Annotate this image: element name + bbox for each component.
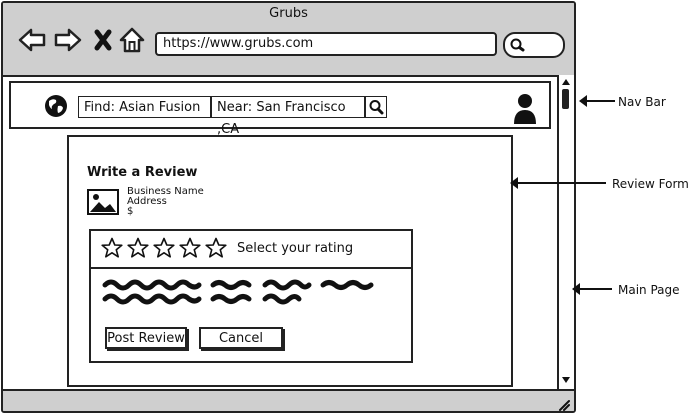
home-icon[interactable]	[117, 25, 147, 55]
browser-search-box[interactable]	[503, 32, 565, 58]
nav-bar: Find: Asian Fusion Near: San Francisco ,…	[9, 81, 551, 137]
cancel-button[interactable]: Cancel	[199, 327, 283, 349]
review-entry-box: Select your rating Post Review Cancel	[89, 229, 413, 363]
scroll-thumb[interactable]	[562, 89, 569, 109]
nav-bar-arrow-icon	[579, 95, 615, 107]
review-text-area[interactable]	[101, 275, 391, 307]
main-page-arrow-icon	[572, 283, 612, 295]
resize-grip-icon[interactable]	[556, 397, 570, 411]
scroll-down-icon[interactable]	[561, 375, 571, 385]
annotation-nav-bar: Nav Bar	[618, 95, 666, 109]
star-icon[interactable]	[101, 237, 123, 259]
title-bar: Grubs https://www.grubs.com	[3, 3, 574, 77]
rating-prompt: Select your rating	[237, 241, 354, 256]
vertical-scrollbar[interactable]	[557, 75, 574, 389]
star-icon[interactable]	[205, 237, 227, 259]
close-x-icon[interactable]	[89, 25, 119, 55]
address-bar[interactable]: https://www.grubs.com	[155, 32, 497, 56]
annotation-main-page: Main Page	[618, 283, 680, 297]
post-review-button[interactable]: Post Review	[105, 327, 187, 349]
status-bar	[3, 389, 574, 411]
globe-icon[interactable]	[44, 94, 68, 118]
search-button[interactable]	[365, 96, 387, 118]
star-icon[interactable]	[179, 237, 201, 259]
browser-window: Grubs https://www.grubs.com Find: Asian …	[1, 1, 576, 413]
back-arrow-icon[interactable]	[17, 25, 47, 55]
user-avatar-icon[interactable]	[512, 93, 538, 125]
review-form-arrow-icon	[510, 177, 606, 189]
star-rating[interactable]	[101, 237, 231, 261]
search-icon	[510, 38, 525, 52]
divider	[91, 267, 411, 269]
scroll-up-icon[interactable]	[561, 77, 571, 87]
forward-arrow-icon[interactable]	[53, 25, 83, 55]
search-icon	[369, 100, 384, 115]
business-image-icon	[87, 189, 119, 215]
annotation-review-form: Review Form	[612, 177, 689, 191]
form-heading: Write a Review	[87, 165, 198, 180]
business-price: $	[127, 206, 134, 217]
find-input[interactable]: Find: Asian Fusion	[78, 96, 211, 118]
review-form: Write a Review Business Name Address $ S…	[67, 135, 513, 387]
window-title: Grubs	[269, 6, 308, 21]
near-input[interactable]: Near: San Francisco ,CA	[211, 96, 365, 137]
star-icon[interactable]	[127, 237, 149, 259]
star-icon[interactable]	[153, 237, 175, 259]
